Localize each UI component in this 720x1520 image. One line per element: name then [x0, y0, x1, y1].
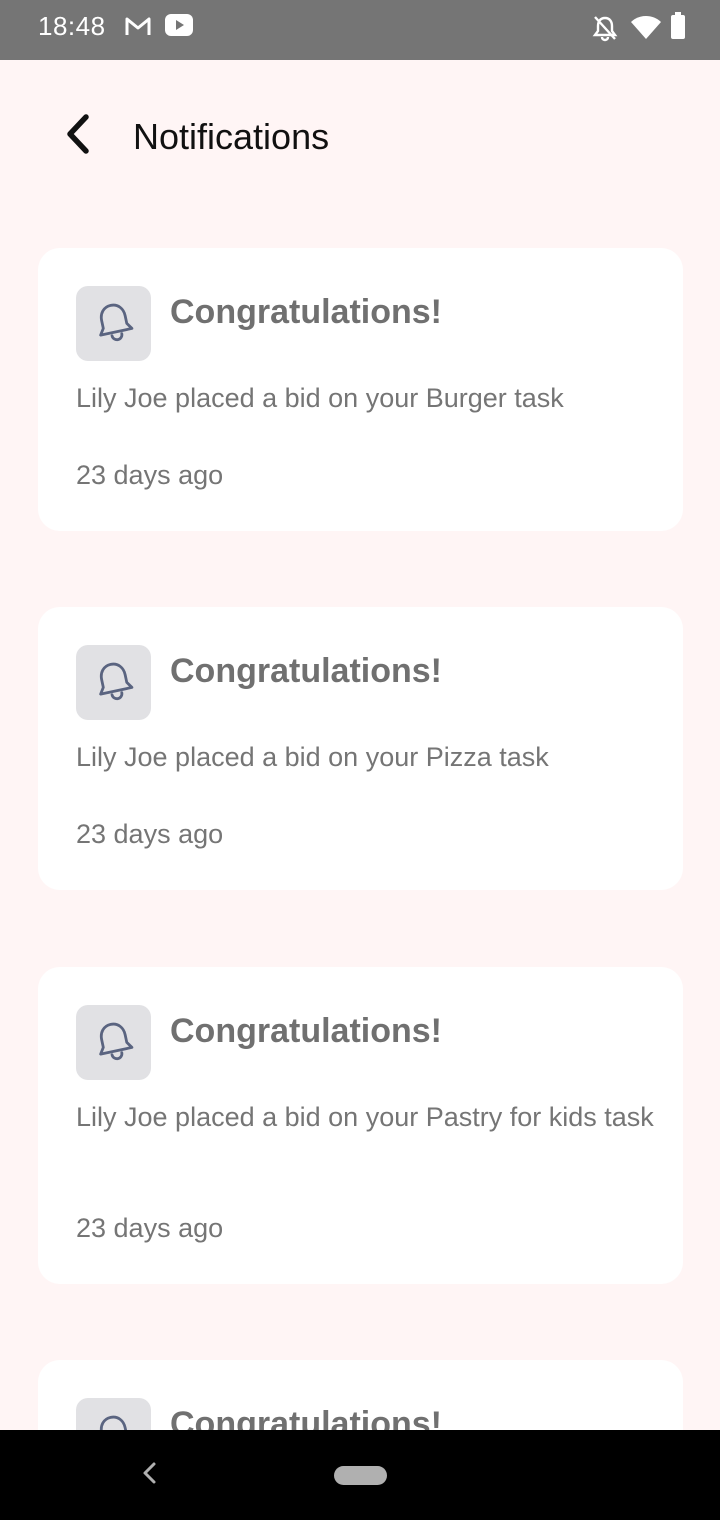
navigation-bar: [0, 1430, 720, 1520]
nav-back-button[interactable]: [136, 1460, 162, 1490]
notification-time: 23 days ago: [76, 1213, 224, 1243]
bell-icon: [92, 1018, 136, 1067]
notification-title: Congratulations!: [170, 1012, 442, 1050]
notification-card[interactable]: Congratulations! Lily Joe placed a bid o…: [38, 248, 683, 531]
notification-title: Congratulations!: [170, 293, 442, 331]
bell-icon-tile: [76, 1398, 151, 1430]
notification-card[interactable]: Congratulations! Lily Joe placed a bid o…: [38, 607, 683, 890]
bell-icon: [92, 658, 136, 707]
notification-time: 23 days ago: [76, 460, 224, 490]
battery-icon: [670, 12, 686, 40]
wifi-icon: [630, 14, 662, 40]
notification-message: Lily Joe placed a bid on your Pastry for…: [76, 1102, 654, 1132]
bell-icon-tile: [76, 1005, 151, 1080]
notification-time: 23 days ago: [76, 819, 224, 849]
nav-back-icon: [141, 1461, 157, 1490]
bell-icon-tile: [76, 645, 151, 720]
notification-message: Lily Joe placed a bid on your Pizza task: [76, 742, 549, 772]
notification-title: Congratulations!: [170, 652, 442, 690]
gmail-icon: [124, 15, 152, 37]
notification-message: Lily Joe placed a bid on your Burger tas…: [76, 383, 564, 413]
status-time: 18:48: [38, 11, 106, 41]
notification-card[interactable]: Congratulations!: [38, 1360, 683, 1430]
notifications-list[interactable]: Congratulations! Lily Joe placed a bid o…: [0, 60, 720, 1430]
status-bar: 18:48: [0, 0, 720, 60]
bell-icon: [92, 299, 136, 348]
notifications-off-icon: [592, 14, 618, 42]
notification-title: Congratulations!: [170, 1405, 442, 1430]
notification-card[interactable]: Congratulations! Lily Joe placed a bid o…: [38, 967, 683, 1284]
nav-home-pill[interactable]: [334, 1466, 387, 1485]
youtube-icon: [164, 13, 194, 37]
bell-icon-tile: [76, 286, 151, 361]
bell-icon: [92, 1411, 136, 1430]
